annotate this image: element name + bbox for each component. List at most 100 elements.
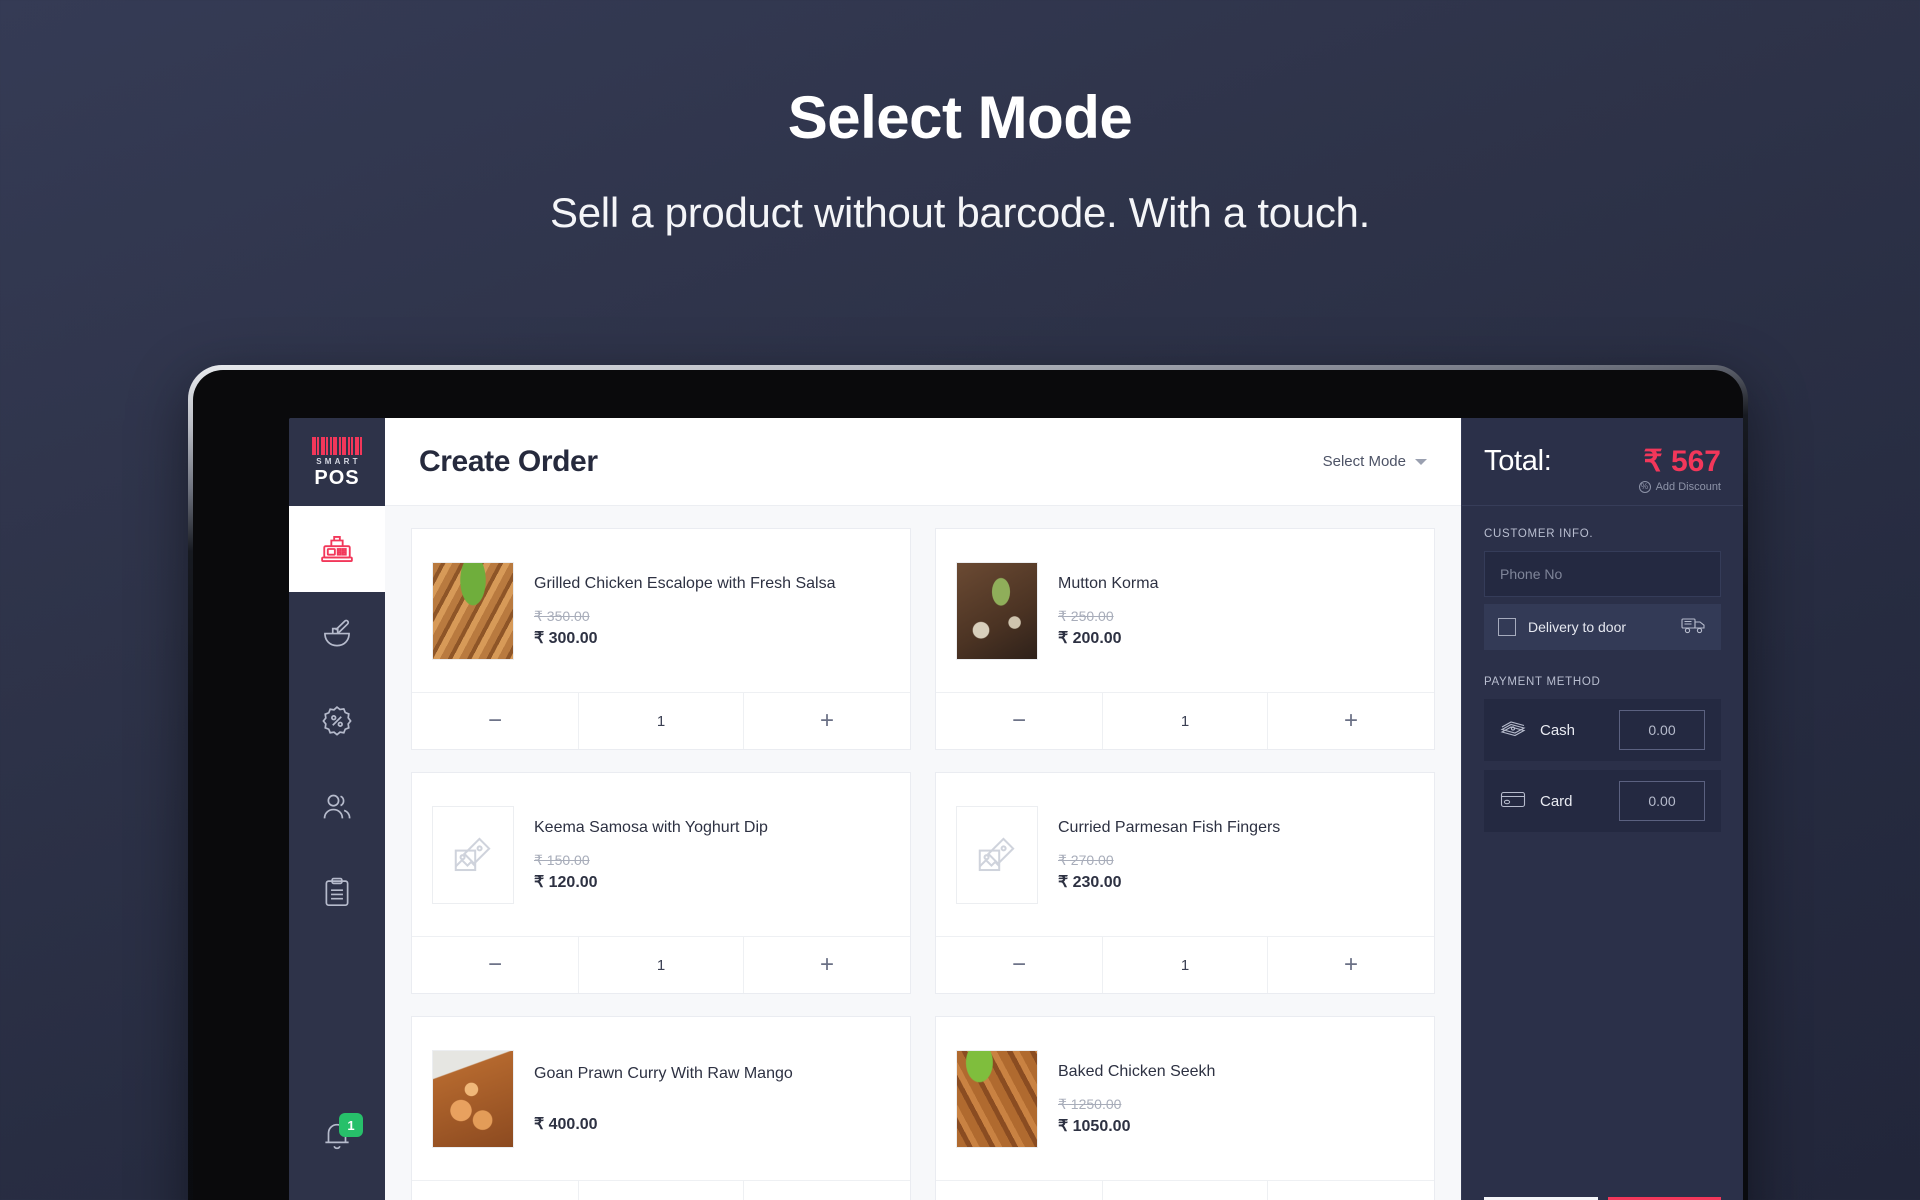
product-price: ₹ 120.00	[534, 874, 598, 892]
sidebar-item-customers[interactable]	[289, 764, 385, 850]
sidebar-item-kitchen[interactable]	[289, 592, 385, 678]
mortar-pestle-icon	[320, 618, 354, 652]
delivery-to-door-row[interactable]: Delivery to door	[1484, 604, 1721, 650]
product-card[interactable]: Curried Parmesan Fish Fingers ₹ 270.00 ₹ 2…	[935, 772, 1435, 994]
quantity-stepper: −1+	[936, 1180, 1434, 1200]
product-card[interactable]: Baked Chicken Seekh ₹ 1250.00 ₹ 1050.00 −1+	[935, 1016, 1435, 1200]
product-thumbnail	[432, 805, 514, 904]
increment-button[interactable]: +	[744, 693, 910, 749]
sidebar-item-notifications[interactable]: 1	[289, 1093, 385, 1179]
sidebar-item-register[interactable]	[289, 506, 385, 592]
customer-info-section: CUSTOMER INFO. Phone No Delivery to door	[1462, 506, 1743, 650]
main-area: Create Order Select Mode Grilled Chicken…	[385, 418, 1743, 1200]
increment-button[interactable]: +	[744, 1181, 910, 1200]
increment-button[interactable]: +	[1268, 937, 1434, 993]
product-card[interactable]: Keema Samosa with Yoghurt Dip ₹ 150.00 ₹ 1…	[411, 772, 911, 994]
increment-button[interactable]: +	[744, 937, 910, 993]
product-price: ₹ 230.00	[1058, 874, 1122, 892]
product-card-body: Grilled Chicken Escalope with Fresh Sals…	[412, 529, 910, 692]
sidebar-item-orders[interactable]	[289, 850, 385, 936]
product-price-old: ₹ 150.00	[534, 852, 590, 869]
product-title: Mutton Korma	[1058, 574, 1159, 592]
rail-spacer	[1462, 832, 1743, 1197]
card-label: Card	[1540, 792, 1573, 810]
payment-method-label: PAYMENT METHOD	[1484, 676, 1601, 688]
product-title: Baked Chicken Seekh	[1058, 1062, 1216, 1080]
hero-title: Select Mode	[787, 84, 1133, 151]
product-price-old: ₹ 1250.00	[1058, 1096, 1122, 1113]
product-card-body: Curried Parmesan Fish Fingers ₹ 270.00 ₹ 2…	[936, 773, 1434, 936]
logo-smart-text: SMART	[316, 456, 361, 466]
decrement-button[interactable]: −	[936, 693, 1102, 749]
quantity-value[interactable]: 1	[578, 1181, 744, 1200]
cash-icon	[1500, 718, 1526, 743]
tablet-screen-bezel: SMART POS 1 Create Order Select Mode Gri…	[193, 370, 1743, 1200]
product-title: Curried Parmesan Fish Fingers	[1058, 818, 1281, 836]
sidebar: SMART POS 1	[289, 418, 385, 1200]
quantity-value[interactable]: 1	[1102, 1181, 1268, 1200]
register-icon	[320, 532, 354, 566]
logo-pos-text: POS	[314, 466, 360, 489]
product-price-old: ₹ 350.00	[534, 608, 590, 625]
payment-row-cash[interactable]: Cash 0.00	[1484, 699, 1721, 761]
increment-button[interactable]: +	[1268, 693, 1434, 749]
phone-input[interactable]: Phone No	[1484, 551, 1721, 597]
decrement-button[interactable]: −	[412, 693, 578, 749]
quantity-stepper: −1+	[412, 936, 910, 993]
product-info: Goan Prawn Curry With Raw Mango ₹ 400.00	[534, 1063, 793, 1135]
select-mode-dropdown[interactable]: Select Mode	[1323, 453, 1427, 470]
product-thumbnail	[432, 1049, 514, 1148]
card-amount-input[interactable]: 0.00	[1619, 781, 1705, 821]
hero-subtitle: Sell a product without barcode. With a t…	[550, 189, 1370, 236]
quantity-value[interactable]: 1	[1102, 937, 1268, 993]
discount-tag-icon: %	[1638, 481, 1651, 493]
decrement-button[interactable]: −	[412, 937, 578, 993]
product-thumbnail	[956, 1049, 1038, 1148]
quantity-stepper: −1+	[412, 1180, 910, 1200]
product-price: ₹ 300.00	[534, 630, 598, 648]
product-info: Grilled Chicken Escalope with Fresh Sals…	[534, 573, 835, 649]
increment-button[interactable]: +	[1268, 1181, 1434, 1200]
decrement-button[interactable]: −	[412, 1181, 578, 1200]
phone-placeholder: Phone No	[1500, 566, 1563, 582]
product-title: Grilled Chicken Escalope with Fresh Sals…	[534, 574, 836, 592]
product-card[interactable]: Mutton Korma ₹ 250.00 ₹ 200.00 −1 +	[935, 528, 1435, 750]
product-price: ₹ 1050.00	[1058, 1118, 1131, 1136]
hero-section: Select Mode Sell a product without barco…	[0, 0, 1920, 237]
product-price-old: ₹ 270.00	[1058, 852, 1114, 869]
discount-icon	[320, 704, 354, 738]
quantity-stepper: −1+	[936, 692, 1434, 749]
product-card[interactable]: Grilled Chicken Escalope with Fresh Sals…	[411, 528, 911, 750]
delivery-checkbox[interactable]	[1498, 618, 1516, 636]
quantity-value[interactable]: 1	[1102, 693, 1268, 749]
topbar: Create Order Select Mode	[385, 418, 1461, 506]
customer-info-label: CUSTOMER INFO.	[1484, 528, 1594, 540]
chevron-down-icon	[1415, 458, 1427, 465]
sidebar-item-discounts[interactable]	[289, 678, 385, 764]
product-info: Baked Chicken Seekh ₹ 1250.00 ₹ 1050.00	[1058, 1061, 1215, 1137]
product-card[interactable]: Goan Prawn Curry With Raw Mango ₹ 400.00 −…	[411, 1016, 911, 1200]
product-grid: Grilled Chicken Escalope with Fresh Sals…	[385, 506, 1461, 1200]
product-title: Goan Prawn Curry With Raw Mango	[534, 1064, 793, 1082]
quantity-value[interactable]: 1	[578, 693, 744, 749]
decrement-button[interactable]: −	[936, 937, 1102, 993]
customers-icon	[320, 790, 354, 824]
clipboard-icon	[320, 876, 354, 910]
product-info: Keema Samosa with Yoghurt Dip ₹ 150.00 ₹ 1…	[534, 817, 768, 893]
product-card-body: Mutton Korma ₹ 250.00 ₹ 200.00	[936, 529, 1434, 692]
add-discount-button[interactable]: % Add Discount	[1638, 481, 1721, 493]
payment-row-card[interactable]: Card 0.00	[1484, 770, 1721, 832]
product-thumbnail	[956, 561, 1038, 660]
sidebar-item-settings[interactable]	[289, 1179, 385, 1200]
product-price: ₹ 400.00	[534, 1116, 598, 1134]
delivery-label: Delivery to door	[1528, 619, 1627, 635]
quantity-value[interactable]: 1	[578, 937, 744, 993]
notification-badge: 1	[339, 1113, 363, 1137]
product-price-old: ₹ 250.00	[1058, 608, 1114, 625]
cash-amount-input[interactable]: 0.00	[1619, 710, 1705, 750]
pos-application: SMART POS 1 Create Order Select Mode Gri…	[289, 418, 1743, 1200]
order-builder: Create Order Select Mode Grilled Chicken…	[385, 418, 1461, 1200]
decrement-button[interactable]: −	[936, 1181, 1102, 1200]
product-thumbnail	[432, 561, 514, 660]
product-card-body: Baked Chicken Seekh ₹ 1250.00 ₹ 1050.00	[936, 1017, 1434, 1180]
